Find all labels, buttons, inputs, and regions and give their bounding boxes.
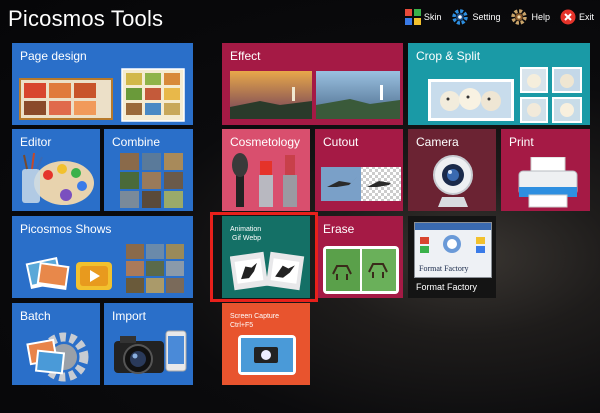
exit-label: Exit bbox=[578, 12, 594, 22]
tile-page-design[interactable]: Page design bbox=[12, 43, 193, 125]
tile-import-label: Import bbox=[112, 309, 147, 323]
effect-landscape-icon bbox=[230, 71, 400, 119]
gear-icon bbox=[452, 9, 469, 25]
tile-print[interactable]: Print bbox=[501, 129, 590, 211]
tile-screen-capture[interactable]: Screen Capture Ctrl+F5 bbox=[222, 303, 310, 385]
tile-batch[interactable]: Batch bbox=[12, 303, 100, 385]
skin-icon bbox=[404, 9, 421, 25]
tile-crop-split[interactable]: Crop & Split bbox=[408, 43, 590, 125]
top-toolbar: Skin Setting Help Exit bbox=[395, 8, 594, 26]
format-factory-screenshot: Format Factory bbox=[414, 222, 492, 278]
help-label: Help bbox=[531, 12, 550, 22]
help-icon bbox=[511, 9, 528, 25]
tile-animation[interactable]: Animation Gif Webp bbox=[222, 216, 310, 298]
tile-cutout-label: Cutout bbox=[323, 135, 359, 149]
tile-animation-label-2: Gif Webp bbox=[232, 235, 262, 242]
tile-crop-split-label: Crop & Split bbox=[416, 49, 481, 63]
app-title: Picosmos Tools bbox=[8, 6, 164, 31]
photo-grid-icon bbox=[120, 153, 183, 208]
cutout-birds-icon bbox=[321, 167, 401, 201]
setting-label: Setting bbox=[472, 12, 501, 22]
palette-icon bbox=[22, 153, 94, 205]
filmstrip-icon bbox=[230, 251, 305, 291]
tile-animation-label-1: Animation bbox=[230, 226, 262, 233]
ff-icons bbox=[420, 235, 485, 253]
erase-icon bbox=[323, 246, 399, 294]
tile-combine-label: Combine bbox=[112, 135, 161, 149]
ff-toolbar bbox=[415, 223, 491, 230]
tile-cosmetology-label: Cosmetology bbox=[230, 135, 301, 149]
webcam-icon bbox=[433, 155, 473, 207]
tile-effect-label: Effect bbox=[230, 49, 261, 63]
screen-capture-icon bbox=[238, 335, 296, 375]
tile-cutout[interactable]: Cutout bbox=[315, 129, 403, 211]
help-button[interactable]: Help bbox=[510, 8, 550, 26]
tile-format-factory[interactable]: Format Factory Format Factory bbox=[408, 216, 496, 298]
ff-logo-text: Format Factory bbox=[419, 264, 469, 273]
tile-editor[interactable]: Editor bbox=[12, 129, 100, 211]
page-design-icon bbox=[19, 68, 185, 122]
tile-batch-label: Batch bbox=[20, 309, 51, 323]
tile-screen-capture-label-2: Ctrl+F5 bbox=[230, 322, 254, 329]
skin-button[interactable]: Skin bbox=[404, 9, 442, 25]
tile-import[interactable]: Import bbox=[104, 303, 193, 385]
crop-split-icon bbox=[428, 67, 582, 123]
tile-erase[interactable]: Erase bbox=[315, 216, 403, 298]
cosmetics-icon bbox=[232, 153, 297, 207]
tile-erase-label: Erase bbox=[323, 222, 355, 236]
tile-editor-label: Editor bbox=[20, 135, 52, 149]
printer-icon bbox=[518, 157, 578, 208]
exit-button[interactable]: Exit bbox=[560, 9, 594, 25]
tile-camera[interactable]: Camera bbox=[408, 129, 496, 211]
close-icon bbox=[560, 9, 576, 25]
tile-picosmos-shows[interactable]: Picosmos Shows bbox=[12, 216, 193, 298]
setting-button[interactable]: Setting bbox=[451, 8, 500, 26]
tile-combine[interactable]: Combine bbox=[104, 129, 193, 211]
tile-format-factory-label: Format Factory bbox=[416, 282, 478, 292]
skin-label: Skin bbox=[423, 12, 442, 22]
tile-print-label: Print bbox=[509, 135, 534, 149]
camera-phone-icon bbox=[114, 330, 187, 374]
slideshow-icon bbox=[25, 244, 184, 293]
batch-gear-icon bbox=[26, 332, 89, 382]
tile-picosmos-shows-label: Picosmos Shows bbox=[20, 222, 112, 236]
tile-cosmetology[interactable]: Cosmetology bbox=[222, 129, 310, 211]
tile-camera-label: Camera bbox=[416, 135, 459, 149]
tile-screen-capture-label-1: Screen Capture bbox=[230, 313, 280, 320]
tile-page-design-label: Page design bbox=[20, 49, 87, 63]
tile-effect[interactable]: Effect bbox=[222, 43, 403, 125]
